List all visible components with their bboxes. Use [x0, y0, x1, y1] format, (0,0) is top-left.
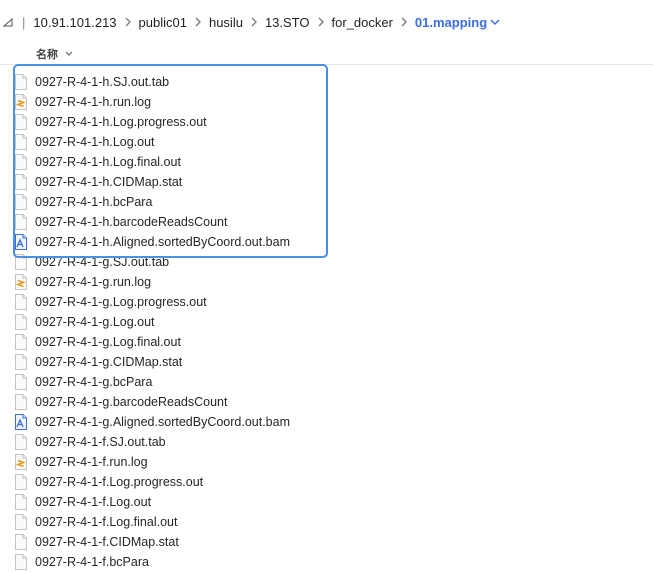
document-icon	[14, 374, 28, 390]
document-icon	[14, 394, 28, 410]
file-name: 0927-R-4-1-f.CIDMap.stat	[35, 535, 179, 549]
document-icon	[14, 174, 28, 190]
bam-file-icon	[14, 234, 28, 250]
file-name: 0927-R-4-1-f.Log.progress.out	[35, 475, 204, 489]
file-row[interactable]: 0927-R-4-1-g.run.log	[0, 272, 653, 292]
file-name: 0927-R-4-1-g.Log.out	[35, 315, 155, 329]
file-name: 0927-R-4-1-h.SJ.out.tab	[35, 75, 170, 89]
chevron-right-icon	[397, 15, 411, 29]
document-icon	[14, 154, 28, 170]
network-drive-icon[interactable]	[2, 16, 14, 28]
file-row[interactable]: 0927-R-4-1-f.Log.out	[0, 492, 653, 512]
sort-chevron-icon[interactable]	[64, 49, 74, 59]
file-name: 0927-R-4-1-h.Log.out	[35, 135, 155, 149]
breadcrumb-for-docker[interactable]: for_docker	[332, 15, 393, 30]
column-header: 名称	[0, 44, 653, 65]
document-icon	[14, 74, 28, 90]
file-row[interactable]: 0927-R-4-1-g.Log.progress.out	[0, 292, 653, 312]
file-list: 0927-R-4-1-h.SJ.out.tab 0927-R-4-1-h.run.…	[0, 72, 653, 572]
file-name: 0927-R-4-1-h.Log.progress.out	[35, 115, 207, 129]
file-row[interactable]: 0927-R-4-1-f.SJ.out.tab	[0, 432, 653, 452]
file-row[interactable]: 0927-R-4-1-f.run.log	[0, 452, 653, 472]
path-divider: |	[22, 14, 26, 30]
file-row[interactable]: 0927-R-4-1-h.SJ.out.tab	[0, 72, 653, 92]
document-icon	[14, 314, 28, 330]
log-file-icon	[14, 94, 28, 110]
file-name: 0927-R-4-1-f.bcPara	[35, 555, 149, 569]
file-name: 0927-R-4-1-g.barcodeReadsCount	[35, 395, 228, 409]
file-name: 0927-R-4-1-f.SJ.out.tab	[35, 435, 166, 449]
file-row[interactable]: 0927-R-4-1-g.Log.out	[0, 312, 653, 332]
file-row[interactable]: 0927-R-4-1-h.bcPara	[0, 192, 653, 212]
file-name: 0927-R-4-1-g.Log.final.out	[35, 335, 181, 349]
chevron-right-icon	[191, 15, 205, 29]
file-row[interactable]: 0927-R-4-1-f.Log.final.out	[0, 512, 653, 532]
file-row[interactable]: 0927-R-4-1-g.bcPara	[0, 372, 653, 392]
document-icon	[14, 534, 28, 550]
bam-file-icon	[14, 414, 28, 430]
file-name: 0927-R-4-1-f.Log.final.out	[35, 515, 178, 529]
file-row[interactable]: 0927-R-4-1-h.run.log	[0, 92, 653, 112]
log-file-icon	[14, 274, 28, 290]
breadcrumb-server[interactable]: 10.91.101.213	[33, 15, 116, 30]
file-row[interactable]: 0927-R-4-1-f.Log.progress.out	[0, 472, 653, 492]
chevron-down-icon[interactable]	[490, 16, 502, 28]
file-name: 0927-R-4-1-g.run.log	[35, 275, 152, 289]
file-name: 0927-R-4-1-f.Log.out	[35, 495, 152, 509]
file-name: 0927-R-4-1-h.barcodeReadsCount	[35, 215, 228, 229]
document-icon	[14, 214, 28, 230]
file-row[interactable]: 0927-R-4-1-g.CIDMap.stat	[0, 352, 653, 372]
file-name: 0927-R-4-1-h.CIDMap.stat	[35, 175, 183, 189]
log-file-icon	[14, 454, 28, 470]
file-name: 0927-R-4-1-g.CIDMap.stat	[35, 355, 183, 369]
path-bar: | 10.91.101.213 public01 husilu 13.STO f…	[0, 0, 653, 44]
file-row[interactable]: 0927-R-4-1-f.bcPara	[0, 552, 653, 572]
file-row[interactable]: 0927-R-4-1-h.Log.final.out	[0, 152, 653, 172]
file-row[interactable]: 0927-R-4-1-h.CIDMap.stat	[0, 172, 653, 192]
file-row[interactable]: 0927-R-4-1-g.Aligned.sortedByCoord.out.b…	[0, 412, 653, 432]
breadcrumb-husilu[interactable]: husilu	[209, 15, 243, 30]
document-icon	[14, 114, 28, 130]
document-icon	[14, 514, 28, 530]
document-icon	[14, 494, 28, 510]
file-row[interactable]: 0927-R-4-1-g.barcodeReadsCount	[0, 392, 653, 412]
file-row[interactable]: 0927-R-4-1-g.Log.final.out	[0, 332, 653, 352]
document-icon	[14, 194, 28, 210]
file-row[interactable]: 0927-R-4-1-h.Aligned.sortedByCoord.out.b…	[0, 232, 653, 252]
document-icon	[14, 134, 28, 150]
file-name: 0927-R-4-1-g.bcPara	[35, 375, 153, 389]
file-row[interactable]: 0927-R-4-1-f.CIDMap.stat	[0, 532, 653, 552]
chevron-right-icon	[247, 15, 261, 29]
file-name: 0927-R-4-1-h.Aligned.sortedByCoord.out.b…	[35, 235, 290, 249]
file-row[interactable]: 0927-R-4-1-h.barcodeReadsCount	[0, 212, 653, 232]
file-name: 0927-R-4-1-g.SJ.out.tab	[35, 255, 170, 269]
file-name: 0927-R-4-1-f.run.log	[35, 455, 148, 469]
file-name: 0927-R-4-1-h.Log.final.out	[35, 155, 181, 169]
document-icon	[14, 474, 28, 490]
name-column-header[interactable]: 名称	[36, 46, 58, 62]
document-icon	[14, 554, 28, 570]
chevron-right-icon	[121, 15, 135, 29]
file-row[interactable]: 0927-R-4-1-g.SJ.out.tab	[0, 252, 653, 272]
file-row[interactable]: 0927-R-4-1-h.Log.progress.out	[0, 112, 653, 132]
document-icon	[14, 294, 28, 310]
document-icon	[14, 254, 28, 270]
file-name: 0927-R-4-1-h.run.log	[35, 95, 152, 109]
breadcrumb-public01[interactable]: public01	[139, 15, 187, 30]
document-icon	[14, 334, 28, 350]
file-row[interactable]: 0927-R-4-1-h.Log.out	[0, 132, 653, 152]
file-name: 0927-R-4-1-g.Aligned.sortedByCoord.out.b…	[35, 415, 290, 429]
chevron-right-icon	[314, 15, 328, 29]
document-icon	[14, 434, 28, 450]
document-icon	[14, 354, 28, 370]
breadcrumb-13sto[interactable]: 13.STO	[265, 15, 310, 30]
file-name: 0927-R-4-1-g.Log.progress.out	[35, 295, 207, 309]
file-name: 0927-R-4-1-h.bcPara	[35, 195, 153, 209]
breadcrumb-current-folder[interactable]: 01.mapping	[415, 15, 487, 30]
